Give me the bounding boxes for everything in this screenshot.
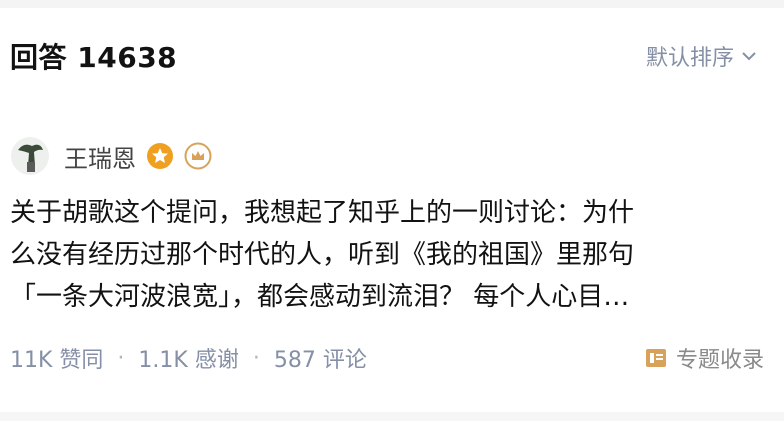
crown-badge-icon bbox=[184, 142, 212, 170]
comment-count[interactable]: 587 评论 bbox=[274, 342, 367, 374]
author-name[interactable]: 王瑞恩 bbox=[64, 139, 136, 174]
answer-excerpt[interactable]: 关于胡歌这个提问，我想起了知乎上的一则讨论：为什 么没有经历过那个时代的人，听到… bbox=[10, 192, 760, 318]
top-divider bbox=[0, 0, 784, 8]
answer-line: 么没有经历过那个时代的人，听到《我的祖国》里那句 bbox=[10, 240, 635, 270]
answer-line: 「一条大河波浪宽」，都会感动到流泪？ 每个人心目… bbox=[10, 282, 630, 312]
collection-icon bbox=[645, 349, 666, 367]
answers-count-title: 回答 14638 bbox=[10, 41, 178, 74]
sort-label: 默认排序 bbox=[645, 46, 734, 71]
sort-dropdown[interactable]: 默认排序 bbox=[646, 40, 756, 72]
separator-dot: · bbox=[117, 345, 125, 371]
certified-badge-icon bbox=[146, 142, 174, 170]
author-row: 王瑞恩 bbox=[10, 133, 212, 179]
bottom-divider bbox=[0, 412, 784, 421]
upvote-count[interactable]: 11K 赞同 bbox=[10, 342, 103, 374]
answers-header: 回答 14638 默认排序 bbox=[0, 30, 784, 82]
thanks-count[interactable]: 1.1K 感谢 bbox=[138, 342, 238, 374]
avatar[interactable] bbox=[10, 136, 50, 176]
separator-dot: · bbox=[252, 345, 260, 371]
answer-footer: 11K 赞同 · 1.1K 感谢 · 587 评论 专题收录 bbox=[10, 336, 764, 380]
chevron-down-icon bbox=[742, 51, 756, 60]
collection-label: 专题收录 bbox=[675, 348, 764, 373]
avatar-image bbox=[11, 137, 49, 175]
answer-stats: 11K 赞同 · 1.1K 感谢 · 587 评论 bbox=[10, 342, 367, 374]
collection-button[interactable]: 专题收录 bbox=[644, 342, 764, 374]
answer-line: 关于胡歌这个提问，我想起了知乎上的一则讨论：为什 bbox=[10, 198, 635, 228]
